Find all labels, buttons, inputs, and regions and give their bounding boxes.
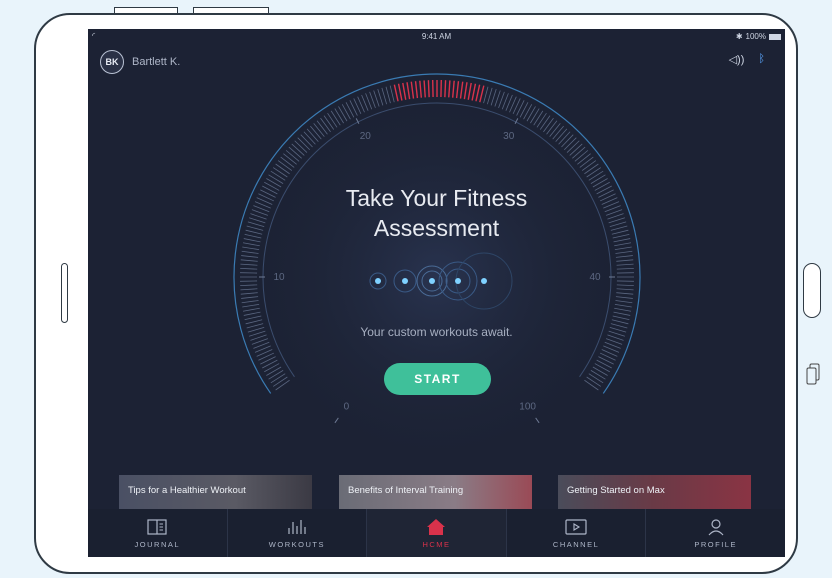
- article-card[interactable]: Tips for a Healthier Workout: [119, 475, 312, 509]
- tab-home[interactable]: HCME: [367, 509, 507, 557]
- article-card[interactable]: Getting Started on Max: [558, 475, 751, 509]
- article-card[interactable]: Benefits of Interval Training: [339, 475, 532, 509]
- article-cards: Tips for a Healthier Workout Benefits of…: [88, 475, 785, 509]
- tab-bar: JOURNAL WORKOUTS HCME CHANNEL PROFILE: [88, 509, 785, 557]
- gauge-tick: [427, 80, 430, 98]
- tab-journal[interactable]: JOURNAL: [88, 509, 228, 557]
- page-title: Take Your Fitness Assessment: [345, 185, 528, 241]
- home-button: [803, 263, 821, 318]
- workouts-icon: [288, 519, 306, 534]
- profile-icon: [708, 518, 724, 535]
- gauge-tick: [444, 80, 447, 98]
- device-rotate-icon: [806, 363, 820, 385]
- side-button-left: [61, 263, 68, 323]
- app-screen: ◜ 9:41 AM ✱ 100% BK Bartlett K. ◁)) ᛒ 01…: [88, 29, 785, 557]
- tab-workouts[interactable]: WORKOUTS: [228, 509, 368, 557]
- start-button[interactable]: START: [384, 363, 491, 395]
- gauge-label: 100: [519, 401, 536, 412]
- gauge-label: 10: [273, 272, 285, 283]
- tab-channel[interactable]: CHANNEL: [507, 509, 647, 557]
- gauge-label: 30: [503, 131, 515, 142]
- gauge-label: 20: [360, 131, 372, 142]
- gauge-label: 0: [344, 401, 350, 412]
- gauge-label: 40: [589, 272, 601, 283]
- channel-icon: [565, 518, 587, 535]
- home-icon: [427, 518, 446, 535]
- page-subtitle: Your custom workouts await.: [360, 325, 513, 339]
- tab-profile[interactable]: PROFILE: [646, 509, 785, 557]
- journal-icon: [147, 518, 167, 535]
